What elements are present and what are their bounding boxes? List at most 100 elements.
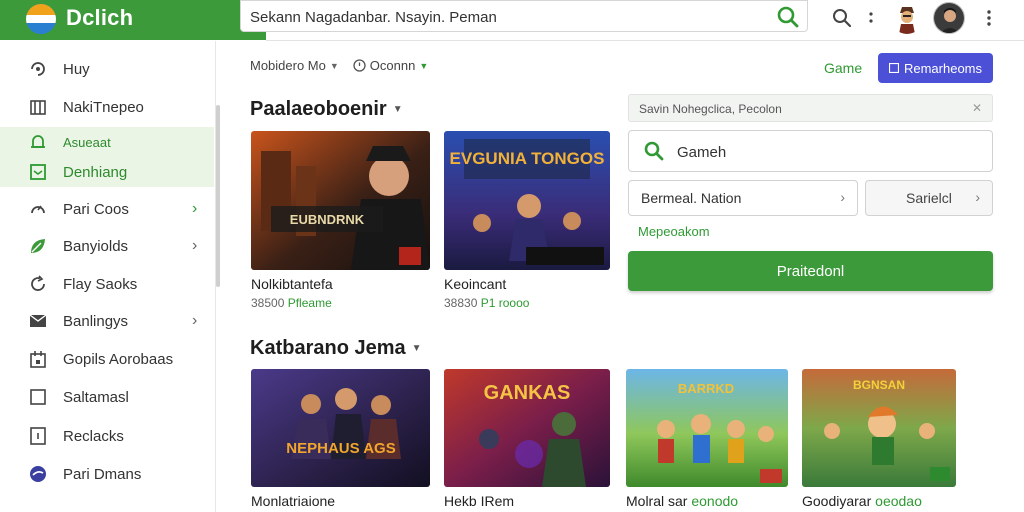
select-right-value: Sarielcl bbox=[906, 190, 952, 206]
sidebar-item-banlingys[interactable]: Banlingys › bbox=[0, 303, 214, 339]
primary-button-label: Remarheoms bbox=[903, 60, 983, 76]
chevron-right-icon: › bbox=[975, 189, 980, 205]
sidebar-item-label: Pari Coos bbox=[63, 200, 129, 218]
game-card[interactable]: EVGUNIA TONGOS Keoincant 38830 P1 roooo bbox=[444, 131, 610, 310]
chevron-right-icon: › bbox=[192, 200, 198, 217]
sidebar-item-gopils-aorobaas[interactable]: Gopils Aorobaas bbox=[0, 341, 214, 377]
sidebar-item-reclacks[interactable]: Reclacks bbox=[0, 418, 214, 454]
filter-dropdown-oconnn[interactable]: Oconnn ▼ bbox=[353, 58, 428, 73]
game-meta: 38830 P1 roooo bbox=[444, 296, 610, 310]
game-thumbnail[interactable]: NEPHAUS AGS bbox=[251, 369, 430, 487]
select-left[interactable]: Bermeal. Nation › bbox=[628, 180, 858, 216]
game-thumbnail[interactable]: GANKAS bbox=[444, 369, 610, 487]
more-vert-icon[interactable] bbox=[857, 4, 885, 32]
sidebar: Huy NakiTnepeo Asueaat Denhiang Pari Coo… bbox=[0, 41, 216, 512]
game-card[interactable]: GANKAS Hekb IRem bbox=[444, 369, 610, 509]
sidebar-item-label: Asueaat bbox=[63, 134, 111, 150]
chevron-right-icon: › bbox=[840, 189, 845, 205]
select-right[interactable]: Sarielcl › bbox=[865, 180, 993, 216]
caret-down-icon: ▼ bbox=[411, 343, 422, 355]
calendar-icon bbox=[28, 349, 48, 369]
game-title: Molral sar eonodo bbox=[626, 493, 788, 509]
brand-band: Dclich bbox=[0, 0, 266, 40]
thumb-title-text: BARRKD bbox=[678, 381, 734, 396]
header-divider bbox=[266, 40, 1024, 41]
green-text-link[interactable]: Mepeoakom bbox=[638, 224, 710, 239]
game-card[interactable]: NEPHAUS AGS Monlatriaione bbox=[251, 369, 430, 509]
top-search-input[interactable] bbox=[250, 6, 760, 28]
inbox-icon bbox=[28, 162, 48, 182]
sidebar-item-label: Pari Dmans bbox=[63, 465, 142, 483]
primary-button[interactable]: Remarheoms bbox=[878, 53, 993, 83]
game-thumbnail[interactable]: EVGUNIA TONGOS bbox=[444, 131, 610, 270]
section-title-categories[interactable]: Katbarano Jema ▼ bbox=[250, 337, 422, 360]
sidebar-item-denhiang[interactable]: Denhiang bbox=[0, 157, 214, 187]
sidebar-item-asueaat[interactable]: Asueaat bbox=[0, 127, 214, 157]
game-card[interactable]: EUBNDRNK Nolkibtantefa 38500 Pfleame bbox=[251, 131, 430, 310]
panel-search-box[interactable] bbox=[628, 130, 993, 172]
thumb-title-text: EUBNDRNK bbox=[290, 212, 365, 227]
chevron-right-icon: › bbox=[192, 312, 198, 329]
sidebar-item-saltamasl[interactable]: Saltamasl bbox=[0, 379, 214, 415]
square-icon bbox=[28, 387, 48, 407]
sidebar-item-flay-saoks[interactable]: Flay Saoks bbox=[0, 266, 214, 302]
game-title-accent: oeodao bbox=[875, 493, 922, 509]
sidebar-item-label: Banyiolds bbox=[63, 237, 129, 255]
game-link[interactable]: Game bbox=[824, 60, 862, 76]
game-card[interactable]: BGNSAN Goodiyarar oeodao bbox=[802, 369, 956, 509]
sidebar-item-pari-coos[interactable]: Pari Coos › bbox=[0, 191, 214, 227]
thumb-title-text: GANKAS bbox=[484, 382, 571, 404]
sidebar-item-label: Huy bbox=[63, 60, 90, 78]
brand-name[interactable]: Dclich bbox=[66, 5, 133, 31]
sidebar-item-nakitnepeo[interactable]: NakiTnepeo bbox=[0, 89, 214, 125]
select-left-value: Bermeal. Nation bbox=[641, 190, 742, 206]
sidebar-item-label: Banlingys bbox=[63, 312, 129, 330]
puzzle-icon bbox=[28, 59, 48, 79]
caret-down-icon: ▼ bbox=[419, 60, 429, 71]
game-meta: 38500 Pfleame bbox=[251, 296, 430, 310]
game-meta-count: 38830 bbox=[444, 296, 478, 310]
caret-down-icon: ▼ bbox=[392, 104, 403, 116]
top-search-box[interactable] bbox=[240, 0, 808, 32]
sidebar-item-banyiolds[interactable]: Banyiolds › bbox=[0, 228, 214, 264]
filter-label: Oconnn bbox=[369, 58, 416, 73]
caret-down-icon: ▼ bbox=[329, 60, 339, 71]
filter-label: Mobidero Mo bbox=[250, 58, 326, 73]
green-button-label: Praitedonl bbox=[776, 262, 845, 280]
panel-search-input[interactable] bbox=[677, 141, 977, 163]
green-action-button[interactable]: Praitedonl bbox=[628, 251, 993, 291]
game-card[interactable]: BARRKD Molral sar eonodo bbox=[626, 369, 788, 509]
section-title-text: Katbarano Jema bbox=[250, 337, 406, 359]
game-thumbnail[interactable]: BGNSAN bbox=[802, 369, 956, 487]
more-vert-icon[interactable] bbox=[975, 4, 1003, 32]
thumb-title-text: EVGUNIA TONGOS bbox=[450, 149, 605, 168]
game-title-text: Goodiyarar bbox=[802, 493, 872, 509]
mail-icon bbox=[28, 311, 48, 331]
logo-icon[interactable] bbox=[26, 4, 56, 34]
game-meta-price: Pfleame bbox=[287, 296, 332, 310]
game-meta-count: 38500 bbox=[251, 296, 285, 310]
game-title: Nolkibtantefa bbox=[251, 276, 333, 292]
search-icon[interactable] bbox=[828, 4, 856, 32]
sidebar-item-label: NakiTnepeo bbox=[63, 98, 144, 116]
sidebar-scrollbar[interactable] bbox=[216, 105, 220, 287]
avatar-character[interactable] bbox=[891, 2, 923, 34]
section-title-text: Paalaeoboenir bbox=[250, 98, 387, 120]
sidebar-item-pari-dmans[interactable]: Pari Dmans bbox=[0, 456, 214, 492]
bell-icon bbox=[28, 132, 48, 152]
sidebar-item-huy[interactable]: Huy bbox=[0, 51, 214, 87]
filter-dropdown-mobidero[interactable]: Mobidero Mo ▼ bbox=[250, 58, 339, 73]
gauge-icon bbox=[28, 199, 48, 219]
game-thumbnail[interactable]: BARRKD bbox=[626, 369, 788, 487]
sidebar-item-label: Gopils Aorobaas bbox=[63, 350, 174, 368]
library-icon bbox=[28, 97, 48, 117]
game-title: Goodiyarar oeodao bbox=[802, 493, 956, 509]
section-title-popular[interactable]: Paalaeoboenir ▼ bbox=[250, 98, 403, 121]
game-title: Keoincant bbox=[444, 276, 507, 292]
panel-header-dropdown[interactable]: Savin Nohegclica, Pecolon ✕ bbox=[628, 94, 993, 122]
avatar-profile[interactable] bbox=[933, 2, 965, 34]
sidebar-item-label: Saltamasl bbox=[63, 388, 129, 406]
search-icon[interactable] bbox=[775, 4, 801, 30]
close-icon[interactable]: ✕ bbox=[972, 101, 982, 115]
game-thumbnail[interactable]: EUBNDRNK bbox=[251, 131, 430, 270]
